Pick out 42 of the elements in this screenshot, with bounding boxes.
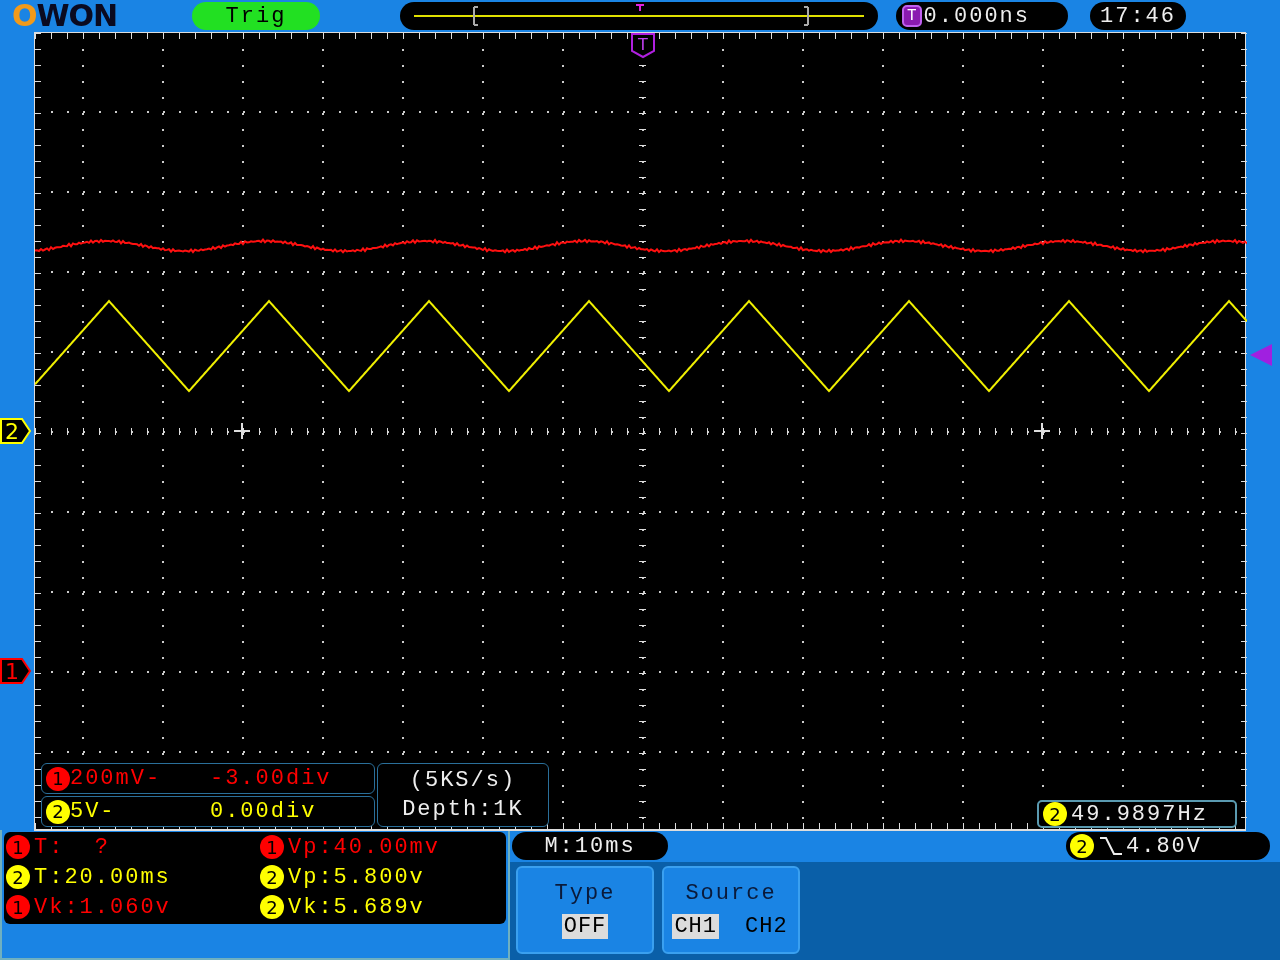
trigger-level-value: 4.80V <box>1126 833 1202 859</box>
trigger-status: Trig <box>192 2 320 30</box>
channel-offset: -3.00div <box>209 766 332 791</box>
trigger-level-arrow-icon <box>1250 344 1273 366</box>
channel-badge: 2 <box>6 865 30 889</box>
channel-badge: 2 <box>260 865 284 889</box>
measurement-value: T: ? <box>34 834 110 860</box>
menu-option[interactable]: CH2 <box>743 914 790 939</box>
trigger-position-marker: T <box>630 33 655 59</box>
brand-logo: OWON <box>12 1 119 31</box>
trigger-time-value: 0.000ns <box>923 3 1031 29</box>
channel-scale: 200mV- <box>69 766 163 791</box>
measurement-value: T:20.00ms <box>34 864 171 890</box>
channel-badge: 2 <box>1043 802 1068 826</box>
channel-scale: 5V- <box>69 799 117 824</box>
memory-depth: Depth:1K <box>402 797 524 822</box>
channel-badge: 2 <box>45 799 70 824</box>
falling-edge-icon <box>1098 835 1122 857</box>
channel-badge: 1 <box>6 835 30 859</box>
measurement-value: Vp:40.00mv <box>288 834 441 860</box>
channel-badge: 1 <box>260 835 284 859</box>
channel-marker[interactable]: 2 <box>0 418 32 444</box>
menu-button[interactable]: Source CH1 CH2 <box>662 866 800 954</box>
sample-rate: (5KS/s) <box>409 768 517 793</box>
trigger-icon: T <box>902 5 922 27</box>
menu-option[interactable]: CH1 <box>672 914 719 939</box>
channel-badge: 2 <box>1070 834 1094 858</box>
timebase: M:10ms <box>512 832 668 860</box>
menu-title: Source <box>685 881 777 906</box>
measurement-value: Vk:5.689v <box>288 894 425 920</box>
menu-title: Type <box>554 881 616 906</box>
channel-badge: 2 <box>260 895 284 919</box>
frequency-value: 49.9897Hz <box>1071 801 1208 827</box>
channel-badge: 1 <box>6 895 30 919</box>
channel-offset: 0.00div <box>209 799 317 824</box>
menu-option[interactable]: OFF <box>561 914 609 939</box>
clock: 17:46 <box>1090 2 1186 30</box>
menu-button[interactable]: Type OFF <box>516 866 654 954</box>
channel-marker[interactable]: 1 <box>0 658 32 684</box>
measurement-value: Vp:5.800v <box>288 864 425 890</box>
measurement-value: Vk:1.060v <box>34 894 171 920</box>
channel-badge: 1 <box>45 766 70 791</box>
